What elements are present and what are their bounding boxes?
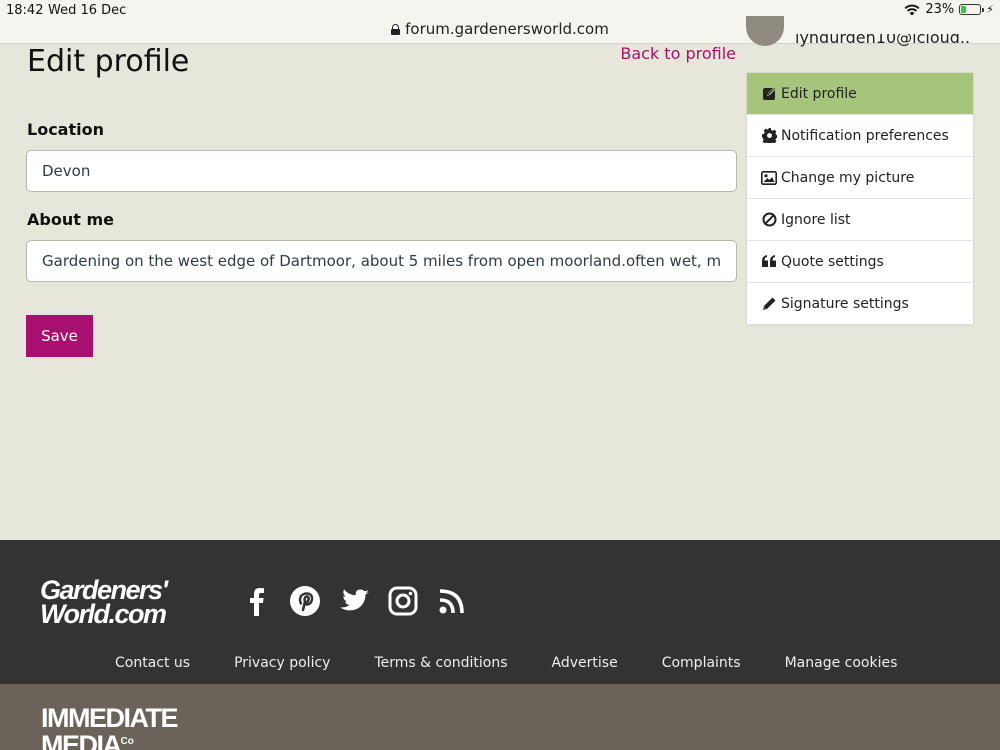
- gear-icon: [761, 128, 777, 144]
- menu-item-label: Quote settings: [781, 253, 884, 270]
- about-me-input[interactable]: [26, 240, 737, 282]
- footer-link-complaints[interactable]: Complaints: [662, 655, 741, 671]
- pinterest-icon[interactable]: [289, 585, 321, 617]
- menu-item-label: Ignore list: [781, 211, 851, 228]
- footer-link-terms-conditions[interactable]: Terms & conditions: [374, 655, 507, 671]
- menu-item-label: Notification preferences: [781, 127, 949, 144]
- logo-line-2: World.com: [40, 599, 167, 629]
- social-links: [240, 585, 468, 617]
- footer-link-privacy-policy[interactable]: Privacy policy: [234, 655, 330, 671]
- location-label: Location: [27, 120, 104, 139]
- menu-item-label: Change my picture: [781, 169, 915, 186]
- twitter-icon[interactable]: [338, 585, 370, 617]
- menu-item-edit-profile[interactable]: Edit profile: [747, 73, 973, 115]
- footer-link-advertise[interactable]: Advertise: [552, 655, 618, 671]
- menu-item-change-my-picture[interactable]: Change my picture: [747, 157, 973, 199]
- menu-item-ignore-list[interactable]: Ignore list: [747, 199, 973, 241]
- status-indicators: 23% ⚡: [904, 2, 994, 17]
- wifi-icon: [904, 4, 920, 16]
- status-time: 18:42: [6, 3, 44, 18]
- battery-percent: 23%: [925, 2, 955, 17]
- publisher-line-1: IMMEDIATE: [41, 703, 179, 733]
- menu-item-label: Edit profile: [781, 85, 857, 102]
- status-date: Wed 16 Dec: [48, 3, 127, 18]
- menu-item-signature-settings[interactable]: Signature settings: [747, 283, 973, 325]
- rss-icon[interactable]: [436, 585, 468, 617]
- publisher-suffix: Co: [120, 736, 134, 747]
- menu-item-quote-settings[interactable]: Quote settings: [747, 241, 973, 283]
- url-text: forum.gardenersworld.com: [405, 20, 609, 38]
- footer-links: Contact us Privacy policy Terms & condit…: [115, 655, 897, 671]
- facebook-icon[interactable]: [240, 585, 272, 617]
- footer-link-manage-cookies[interactable]: Manage cookies: [785, 655, 898, 671]
- profile-settings-menu: Edit profile Notification preferences Ch…: [747, 73, 973, 325]
- ban-icon: [761, 212, 777, 228]
- publisher-bar: IMMEDIATE MEDIACo: [0, 684, 1000, 750]
- image-icon: [761, 170, 777, 186]
- pencil-icon: [761, 296, 777, 312]
- footer-link-contact-us[interactable]: Contact us: [115, 655, 190, 671]
- back-to-profile-link[interactable]: Back to profile: [620, 44, 736, 63]
- save-button[interactable]: Save: [26, 315, 93, 357]
- publisher-line-2: MEDIA: [41, 730, 122, 750]
- menu-item-label: Signature settings: [781, 295, 909, 312]
- site-footer: Gardeners' World.com Contact us Privacy …: [0, 540, 1000, 684]
- gardeners-world-logo[interactable]: Gardeners' World.com: [40, 577, 168, 629]
- immediate-media-logo[interactable]: IMMEDIATE MEDIACo: [41, 703, 179, 750]
- battery-icon: [959, 4, 985, 15]
- location-input[interactable]: [26, 150, 737, 192]
- edit-icon: [761, 86, 777, 102]
- instagram-icon[interactable]: [387, 585, 419, 617]
- quote-icon: [761, 254, 777, 270]
- charging-icon: ⚡: [986, 3, 994, 16]
- menu-item-notification-preferences[interactable]: Notification preferences: [747, 115, 973, 157]
- about-me-label: About me: [27, 210, 114, 229]
- lock-icon: [391, 24, 401, 35]
- page-title: Edit profile: [27, 44, 190, 79]
